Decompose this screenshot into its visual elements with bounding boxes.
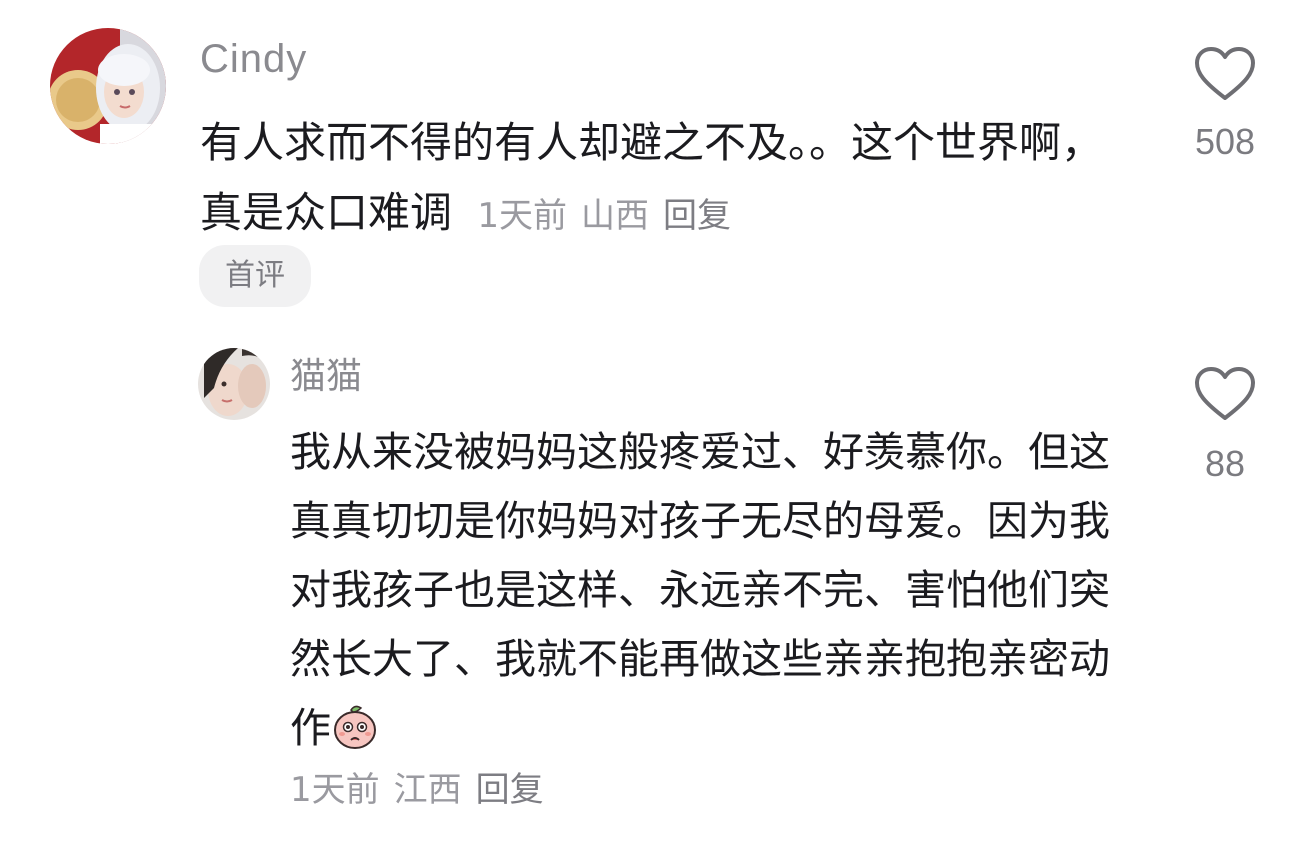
- username[interactable]: Cindy: [200, 33, 307, 85]
- like-button[interactable]: 88: [1180, 366, 1270, 486]
- heart-outline-icon: [1195, 47, 1255, 100]
- comment-body: 我从来没被妈妈这般疼爱过、好羡慕你。但这真真切切是你妈妈对孩子无尽的母爱。因为我…: [290, 418, 1140, 771]
- comment-body: 有人求而不得的有人却避之不及。。这个世界啊，真是众口难调 1天前 山西 回复: [200, 108, 1105, 251]
- anime-avatar-icon: [50, 28, 166, 144]
- comment-meta: 1天前 山西 回复: [477, 196, 745, 236]
- photo-avatar-icon: [198, 348, 270, 420]
- like-count: 508: [1194, 121, 1256, 162]
- comment-time: 1天前: [290, 770, 380, 810]
- heart-outline-icon: [1195, 367, 1255, 420]
- user-avatar[interactable]: [198, 348, 270, 420]
- shy-peach-emoji: [331, 700, 379, 771]
- reply-comment-item: 猫猫 我从来没被妈妈这般疼爱过、好羡慕你。但这真真切切是你妈妈对孩子无尽的母爱。…: [0, 330, 1310, 857]
- comment-location: 江西: [393, 770, 462, 810]
- user-avatar[interactable]: [50, 28, 166, 144]
- first-comment-badge: 首评: [199, 245, 311, 307]
- like-button[interactable]: 508: [1180, 46, 1270, 164]
- comment-meta: 1天前 江西 回复: [290, 766, 558, 814]
- reply-button[interactable]: 回复: [663, 196, 731, 236]
- reply-button[interactable]: 回复: [476, 770, 544, 810]
- username[interactable]: 猫猫: [290, 353, 362, 401]
- comment-location: 山西: [581, 196, 650, 236]
- comment-item: Cindy 有人求而不得的有人却避之不及。。这个世界啊，真是众口难调 1天前 山西…: [0, 0, 1310, 330]
- comment-text: 我从来没被妈妈这般疼爱过、好羡慕你。但这真真切切是你妈妈对孩子无尽的母爱。因为我…: [290, 428, 1110, 752]
- like-count: 88: [1204, 443, 1246, 484]
- comment-time: 1天前: [477, 196, 568, 236]
